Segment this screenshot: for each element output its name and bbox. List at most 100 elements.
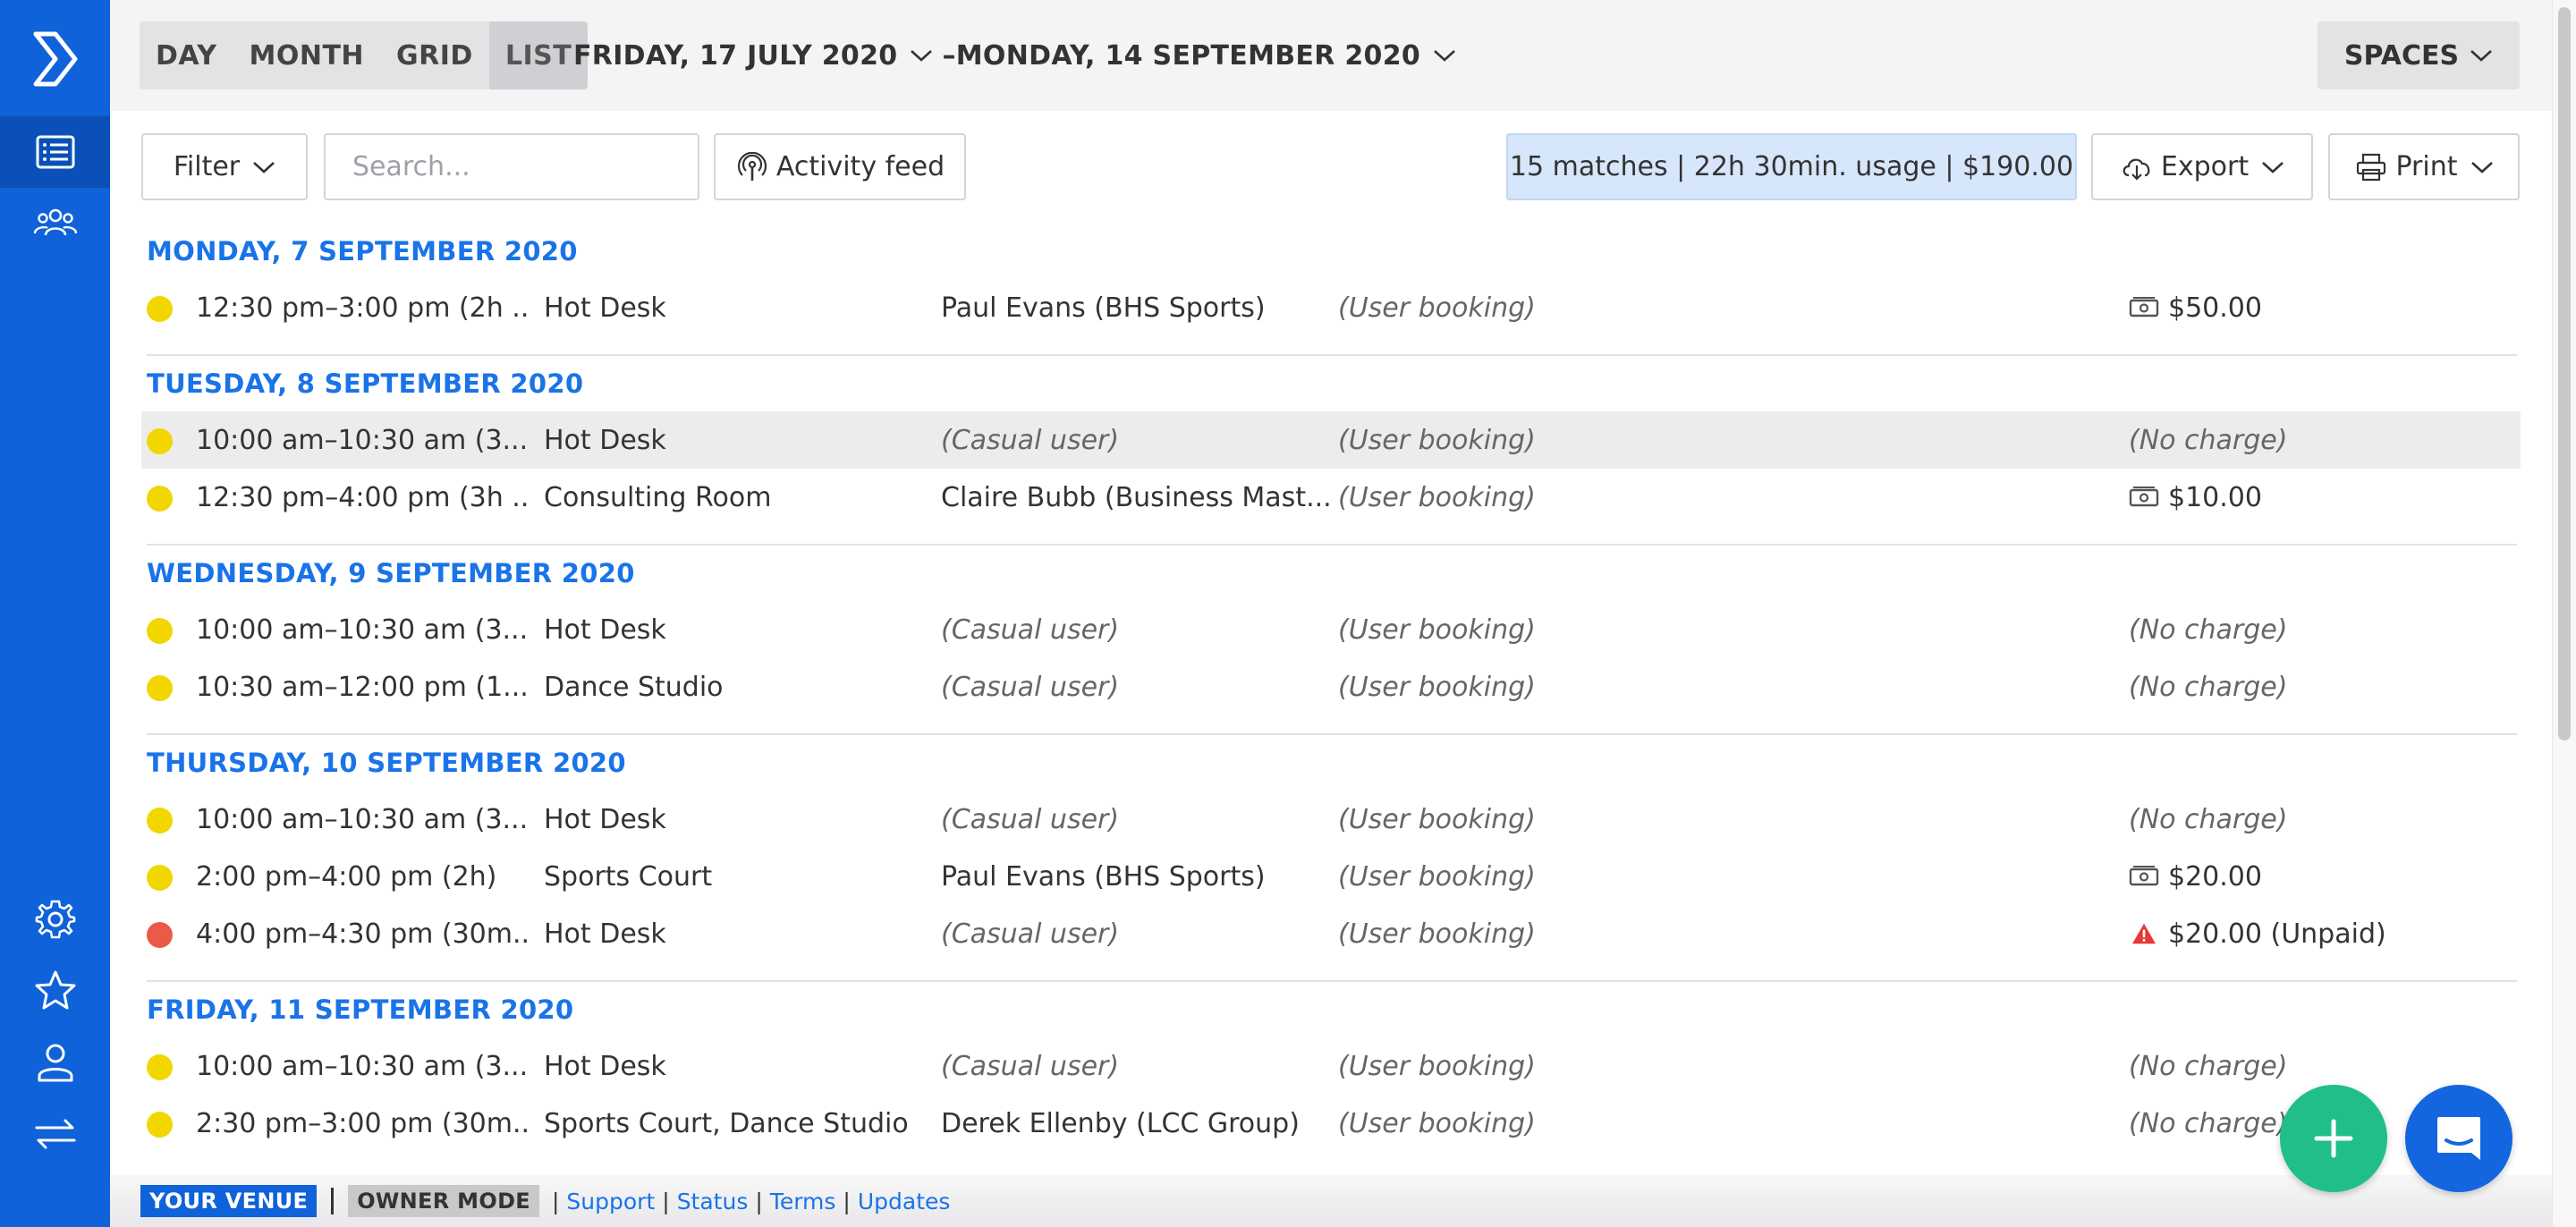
booking-space: Hot Desk	[544, 918, 666, 950]
booking-space: Hot Desk	[544, 1050, 666, 1082]
cash-icon	[2129, 487, 2159, 507]
divider: |	[662, 1188, 670, 1214]
charge-amount: (No charge)	[2129, 614, 2288, 646]
status-dot	[147, 296, 173, 322]
booking-user: Derek Ellenby (LCC Group)	[941, 1107, 1300, 1139]
chevron-down-icon	[2470, 50, 2492, 62]
booking-charge: (No charge)	[2129, 1051, 2504, 1082]
booking-row[interactable]: 4:00 pm–4:30 pm (30m... Hot Desk (Casual u…	[141, 905, 2521, 962]
charge-amount: $10.00	[2168, 481, 2262, 513]
sidebar-item-switch[interactable]	[0, 1098, 110, 1170]
scrollbar[interactable]	[2552, 0, 2576, 1227]
booking-time: 12:30 pm–3:00 pm (2h ...	[196, 292, 529, 324]
sidebar-item-account[interactable]	[0, 1027, 110, 1098]
users-icon	[33, 208, 77, 236]
booking-user: Paul Evans (BHS Sports)	[941, 292, 1266, 324]
booking-row[interactable]: 10:00 am–10:30 am (3... Hot Desk (Casual u…	[141, 601, 2521, 658]
booking-user: (Casual user)	[941, 918, 1120, 950]
sidebar-item-favorites[interactable]	[0, 955, 110, 1027]
booking-space: Sports Court, Dance Studio	[544, 1107, 909, 1139]
booking-user: (Casual user)	[941, 614, 1120, 646]
booking-row[interactable]: 2:00 pm–4:00 pm (2h) Sports Court Paul Eva…	[141, 848, 2521, 905]
add-booking-button[interactable]	[2280, 1085, 2387, 1192]
booking-time: 10:00 am–10:30 am (3...	[196, 1050, 529, 1082]
booking-row[interactable]: 10:30 am–12:00 pm (1... Dance Studio (Casu…	[141, 658, 2521, 715]
sidebar-item-members[interactable]	[0, 188, 110, 259]
export-label: Export	[2160, 151, 2250, 182]
view-grid-button[interactable]: GRID	[380, 21, 489, 89]
filter-label: Filter	[173, 151, 241, 182]
booking-charge: $20.00 (Unpaid)	[2129, 918, 2504, 950]
booking-time: 12:30 pm–4:00 pm (3h ...	[196, 481, 529, 513]
plus-icon	[2314, 1119, 2353, 1158]
cash-icon	[2129, 866, 2159, 886]
export-button[interactable]: Export	[2091, 133, 2313, 200]
booking-charge: (No charge)	[2129, 614, 2504, 646]
status-dot	[147, 1054, 173, 1080]
status-link[interactable]: Status	[677, 1189, 749, 1214]
booking-charge: (No charge)	[2129, 425, 2504, 456]
booking-row[interactable]: 12:30 pm–4:00 pm (3h ... Consulting Room C…	[141, 469, 2521, 526]
status-dot	[147, 922, 173, 948]
booking-charge: $20.00	[2129, 861, 2504, 893]
booking-charge: (No charge)	[2129, 804, 2504, 835]
person-icon	[38, 1044, 72, 1082]
date-heading: THURSDAY, 10 SEPTEMBER 2020	[147, 748, 626, 778]
booking-type: (User booking)	[1338, 424, 1536, 456]
booking-type: (User booking)	[1338, 671, 1536, 703]
view-month-button[interactable]: MONTH	[233, 21, 380, 89]
booking-space: Hot Desk	[544, 424, 666, 456]
chevron-down-icon	[2262, 161, 2284, 173]
venue-badge[interactable]: YOUR VENUE	[140, 1185, 318, 1217]
booking-user: Paul Evans (BHS Sports)	[941, 860, 1266, 893]
divider: |	[755, 1188, 763, 1214]
booking-user: (Casual user)	[941, 1050, 1120, 1082]
booking-row[interactable]: 12:30 pm–3:00 pm (2h ... Hot Desk Paul Eva…	[141, 279, 2521, 336]
search-input[interactable]	[324, 133, 699, 200]
range-start-date[interactable]: FRIDAY, 17 JULY 2020	[573, 40, 897, 72]
sidebar-item-settings[interactable]	[0, 884, 110, 955]
scrollbar-thumb[interactable]	[2558, 7, 2571, 740]
booking-type: (User booking)	[1338, 614, 1536, 646]
booking-charge: $50.00	[2129, 292, 2504, 324]
charge-amount: $20.00	[2168, 860, 2262, 893]
print-label: Print	[2395, 151, 2458, 182]
status-dot	[147, 486, 173, 512]
booking-type: (User booking)	[1338, 481, 1536, 513]
booking-row[interactable]: 2:30 pm–3:00 pm (30m... Sports Court, Dan…	[141, 1095, 2521, 1152]
booking-charge: (No charge)	[2129, 672, 2504, 703]
activity-feed-button[interactable]: Activity feed	[714, 133, 966, 200]
warning-icon	[2132, 923, 2156, 944]
owner-mode-badge[interactable]: OWNER MODE	[348, 1185, 539, 1217]
booking-space: Consulting Room	[544, 481, 772, 513]
charge-amount: $50.00	[2168, 292, 2262, 324]
venue-logo-icon[interactable]	[29, 29, 82, 89]
view-day-button[interactable]: DAY	[140, 21, 233, 89]
booking-type: (User booking)	[1338, 803, 1536, 835]
star-icon	[35, 970, 75, 1010]
booking-charge: $10.00	[2129, 482, 2504, 513]
print-button[interactable]: Print	[2328, 133, 2520, 200]
booking-row[interactable]: 10:00 am–10:30 am (3... Hot Desk (Casual u…	[141, 411, 2521, 469]
sidebar	[0, 0, 110, 1227]
date-heading: WEDNESDAY, 9 SEPTEMBER 2020	[147, 558, 635, 588]
chat-button[interactable]	[2405, 1085, 2512, 1192]
podcast-icon	[737, 151, 767, 181]
status-dot	[147, 675, 173, 701]
filter-button[interactable]: Filter	[141, 133, 308, 200]
booking-time: 4:00 pm–4:30 pm (30m...	[196, 918, 529, 950]
chevron-down-icon[interactable]	[1433, 48, 1456, 63]
range-end-date[interactable]: MONDAY, 14 SEPTEMBER 2020	[956, 40, 1420, 72]
status-dot	[147, 1112, 173, 1138]
booking-type: (User booking)	[1338, 1107, 1536, 1139]
terms-link[interactable]: Terms	[770, 1189, 836, 1214]
chevron-down-icon	[253, 161, 275, 173]
status-dot	[147, 618, 173, 644]
booking-row[interactable]: 10:00 am–10:30 am (3... Hot Desk (Casual u…	[141, 791, 2521, 848]
updates-link[interactable]: Updates	[858, 1189, 951, 1214]
booking-row[interactable]: 10:00 am–10:30 am (3... Hot Desk (Casual u…	[141, 1037, 2521, 1095]
chevron-down-icon[interactable]	[910, 48, 933, 63]
spaces-button[interactable]: SPACES	[2318, 21, 2520, 89]
support-link[interactable]: Support	[566, 1189, 655, 1214]
sidebar-item-bookings[interactable]	[0, 116, 110, 188]
